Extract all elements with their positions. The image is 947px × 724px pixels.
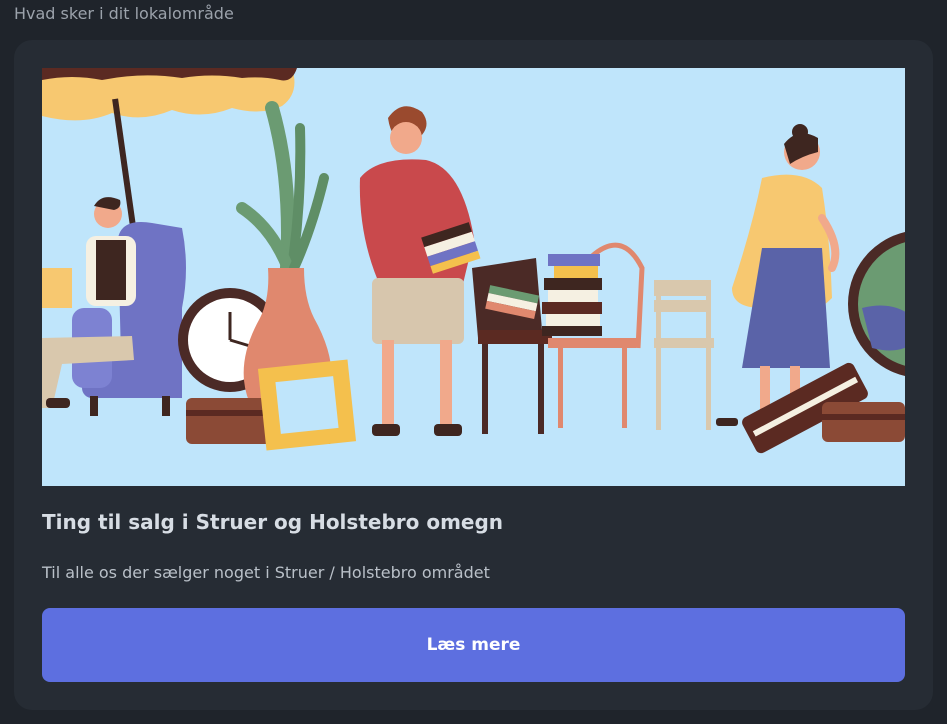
card-description: Til alle os der sælger noget i Struer / … [42,563,490,582]
read-more-button[interactable]: Læs mere [42,608,905,682]
section-title: Hvad sker i dit lokalområde [14,4,234,23]
event-card[interactable]: Ting til salg i Struer og Holstebro omeg… [14,40,933,710]
picture-frame-illustration [257,359,357,451]
flea-market-illustration [42,68,905,486]
page: Hvad sker i dit lokalområde Ting til sal… [0,0,947,724]
card-image [42,68,905,486]
card-title[interactable]: Ting til salg i Struer og Holstebro omeg… [42,508,503,536]
far-right-suitcase-illustration [822,402,905,442]
